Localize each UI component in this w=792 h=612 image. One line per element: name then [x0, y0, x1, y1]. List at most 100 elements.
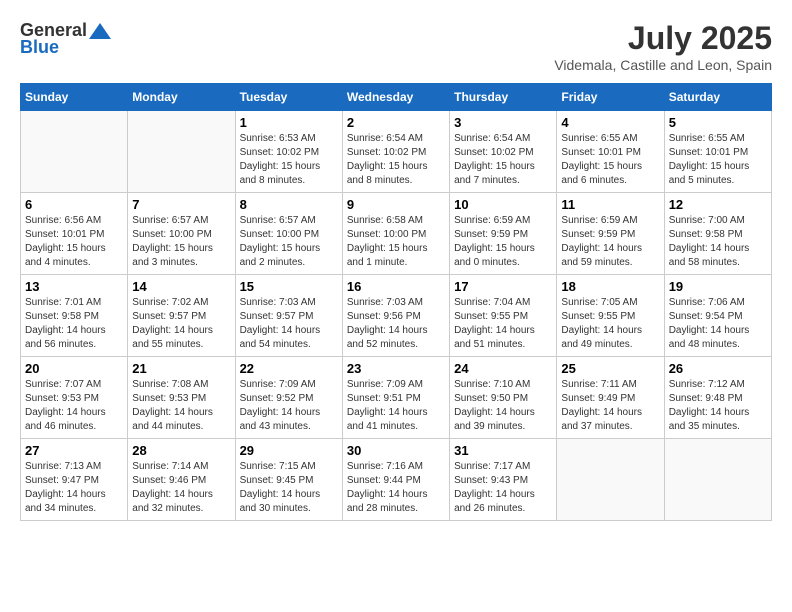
- calendar-cell: 17 Sunrise: 7:04 AM Sunset: 9:55 PM Dayli…: [450, 275, 557, 357]
- calendar-cell: 24 Sunrise: 7:10 AM Sunset: 9:50 PM Dayli…: [450, 357, 557, 439]
- day-number: 26: [669, 361, 767, 376]
- day-info: Sunrise: 6:53 AM Sunset: 10:02 PM Daylig…: [240, 132, 338, 188]
- day-number: 7: [132, 197, 230, 212]
- day-number: 14: [132, 279, 230, 294]
- calendar-cell: 2 Sunrise: 6:54 AM Sunset: 10:02 PM Dayli…: [342, 111, 449, 193]
- day-number: 2: [347, 115, 445, 130]
- calendar-cell: [664, 439, 771, 521]
- calendar-cell: 21 Sunrise: 7:08 AM Sunset: 9:53 PM Dayli…: [128, 357, 235, 439]
- day-info: Sunrise: 6:54 AM Sunset: 10:02 PM Daylig…: [454, 132, 552, 188]
- day-number: 1: [240, 115, 338, 130]
- day-number: 12: [669, 197, 767, 212]
- calendar-cell: [21, 111, 128, 193]
- logo: General Blue: [20, 20, 113, 58]
- day-number: 17: [454, 279, 552, 294]
- logo-icon: [89, 21, 111, 41]
- calendar-cell: 31 Sunrise: 7:17 AM Sunset: 9:43 PM Dayli…: [450, 439, 557, 521]
- calendar-cell: 7 Sunrise: 6:57 AM Sunset: 10:00 PM Dayli…: [128, 193, 235, 275]
- weekday-header-monday: Monday: [128, 84, 235, 111]
- weekday-header-tuesday: Tuesday: [235, 84, 342, 111]
- day-info: Sunrise: 7:11 AM Sunset: 9:49 PM Dayligh…: [561, 378, 659, 434]
- calendar-cell: 25 Sunrise: 7:11 AM Sunset: 9:49 PM Dayli…: [557, 357, 664, 439]
- logo-blue: Blue: [20, 37, 59, 58]
- day-number: 23: [347, 361, 445, 376]
- day-number: 27: [25, 443, 123, 458]
- day-info: Sunrise: 7:04 AM Sunset: 9:55 PM Dayligh…: [454, 296, 552, 352]
- day-number: 18: [561, 279, 659, 294]
- calendar-cell: 23 Sunrise: 7:09 AM Sunset: 9:51 PM Dayli…: [342, 357, 449, 439]
- day-number: 16: [347, 279, 445, 294]
- day-info: Sunrise: 6:54 AM Sunset: 10:02 PM Daylig…: [347, 132, 445, 188]
- day-info: Sunrise: 7:00 AM Sunset: 9:58 PM Dayligh…: [669, 214, 767, 270]
- day-number: 19: [669, 279, 767, 294]
- day-info: Sunrise: 7:07 AM Sunset: 9:53 PM Dayligh…: [25, 378, 123, 434]
- day-info: Sunrise: 7:17 AM Sunset: 9:43 PM Dayligh…: [454, 460, 552, 516]
- day-number: 4: [561, 115, 659, 130]
- day-number: 6: [25, 197, 123, 212]
- day-number: 24: [454, 361, 552, 376]
- day-info: Sunrise: 7:02 AM Sunset: 9:57 PM Dayligh…: [132, 296, 230, 352]
- calendar-cell: 11 Sunrise: 6:59 AM Sunset: 9:59 PM Dayli…: [557, 193, 664, 275]
- calendar-cell: 8Sunrise: 6:57 AM Sunset: 10:00 PM Dayli…: [235, 193, 342, 275]
- weekday-header-friday: Friday: [557, 84, 664, 111]
- day-info: Sunrise: 7:09 AM Sunset: 9:52 PM Dayligh…: [240, 378, 338, 434]
- day-number: 10: [454, 197, 552, 212]
- calendar-cell: 28Sunrise: 7:14 AM Sunset: 9:46 PM Dayli…: [128, 439, 235, 521]
- day-info: Sunrise: 7:03 AM Sunset: 9:57 PM Dayligh…: [240, 296, 338, 352]
- day-number: 25: [561, 361, 659, 376]
- day-number: 13: [25, 279, 123, 294]
- month-title: July 2025: [554, 20, 772, 57]
- calendar-cell: 1 Sunrise: 6:53 AM Sunset: 10:02 PM Dayli…: [235, 111, 342, 193]
- day-number: 9: [347, 197, 445, 212]
- day-number: 21: [132, 361, 230, 376]
- calendar-cell: 12 Sunrise: 7:00 AM Sunset: 9:58 PM Dayli…: [664, 193, 771, 275]
- day-info: Sunrise: 6:56 AM Sunset: 10:01 PM Daylig…: [25, 214, 123, 270]
- day-info: Sunrise: 6:59 AM Sunset: 9:59 PM Dayligh…: [454, 214, 552, 270]
- day-info: Sunrise: 7:13 AM Sunset: 9:47 PM Dayligh…: [25, 460, 123, 516]
- calendar-cell: [557, 439, 664, 521]
- day-info: Sunrise: 6:57 AM Sunset: 10:00 PM Daylig…: [240, 214, 338, 270]
- day-number: 29: [240, 443, 338, 458]
- day-number: 15: [240, 279, 338, 294]
- calendar-cell: 4 Sunrise: 6:55 AM Sunset: 10:01 PM Dayli…: [557, 111, 664, 193]
- day-info: Sunrise: 7:09 AM Sunset: 9:51 PM Dayligh…: [347, 378, 445, 434]
- day-info: Sunrise: 6:58 AM Sunset: 10:00 PM Daylig…: [347, 214, 445, 270]
- calendar-cell: 5 Sunrise: 6:55 AM Sunset: 10:01 PM Dayli…: [664, 111, 771, 193]
- day-info: Sunrise: 7:05 AM Sunset: 9:55 PM Dayligh…: [561, 296, 659, 352]
- week-row-4: 20 Sunrise: 7:07 AM Sunset: 9:53 PM Dayli…: [21, 357, 772, 439]
- calendar-cell: 27 Sunrise: 7:13 AM Sunset: 9:47 PM Dayli…: [21, 439, 128, 521]
- day-info: Sunrise: 7:10 AM Sunset: 9:50 PM Dayligh…: [454, 378, 552, 434]
- day-number: 20: [25, 361, 123, 376]
- calendar-cell: 30Sunrise: 7:16 AM Sunset: 9:44 PM Dayli…: [342, 439, 449, 521]
- calendar-cell: 13Sunrise: 7:01 AM Sunset: 9:58 PM Dayli…: [21, 275, 128, 357]
- weekday-header-saturday: Saturday: [664, 84, 771, 111]
- day-info: Sunrise: 6:59 AM Sunset: 9:59 PM Dayligh…: [561, 214, 659, 270]
- day-number: 31: [454, 443, 552, 458]
- day-number: 5: [669, 115, 767, 130]
- day-number: 11: [561, 197, 659, 212]
- weekday-header-row: SundayMondayTuesdayWednesdayThursdayFrid…: [21, 84, 772, 111]
- day-info: Sunrise: 7:06 AM Sunset: 9:54 PM Dayligh…: [669, 296, 767, 352]
- day-number: 28: [132, 443, 230, 458]
- day-info: Sunrise: 6:55 AM Sunset: 10:01 PM Daylig…: [561, 132, 659, 188]
- header: General Blue July 2025 Videmala, Castill…: [20, 20, 772, 73]
- day-info: Sunrise: 6:57 AM Sunset: 10:00 PM Daylig…: [132, 214, 230, 270]
- week-row-1: 1 Sunrise: 6:53 AM Sunset: 10:02 PM Dayli…: [21, 111, 772, 193]
- calendar-cell: 26Sunrise: 7:12 AM Sunset: 9:48 PM Dayli…: [664, 357, 771, 439]
- calendar-cell: [128, 111, 235, 193]
- calendar-cell: 10 Sunrise: 6:59 AM Sunset: 9:59 PM Dayli…: [450, 193, 557, 275]
- title-area: July 2025 Videmala, Castille and Leon, S…: [554, 20, 772, 73]
- day-info: Sunrise: 7:03 AM Sunset: 9:56 PM Dayligh…: [347, 296, 445, 352]
- calendar-cell: 18 Sunrise: 7:05 AM Sunset: 9:55 PM Dayli…: [557, 275, 664, 357]
- calendar-cell: 9 Sunrise: 6:58 AM Sunset: 10:00 PM Dayli…: [342, 193, 449, 275]
- day-info: Sunrise: 7:08 AM Sunset: 9:53 PM Dayligh…: [132, 378, 230, 434]
- calendar-cell: 22 Sunrise: 7:09 AM Sunset: 9:52 PM Dayli…: [235, 357, 342, 439]
- weekday-header-thursday: Thursday: [450, 84, 557, 111]
- calendar-cell: 29Sunrise: 7:15 AM Sunset: 9:45 PM Dayli…: [235, 439, 342, 521]
- day-info: Sunrise: 6:55 AM Sunset: 10:01 PM Daylig…: [669, 132, 767, 188]
- calendar-cell: 19 Sunrise: 7:06 AM Sunset: 9:54 PM Dayli…: [664, 275, 771, 357]
- location-title: Videmala, Castille and Leon, Spain: [554, 57, 772, 73]
- calendar-cell: 6 Sunrise: 6:56 AM Sunset: 10:01 PM Dayli…: [21, 193, 128, 275]
- day-number: 22: [240, 361, 338, 376]
- day-info: Sunrise: 7:16 AM Sunset: 9:44 PM Dayligh…: [347, 460, 445, 516]
